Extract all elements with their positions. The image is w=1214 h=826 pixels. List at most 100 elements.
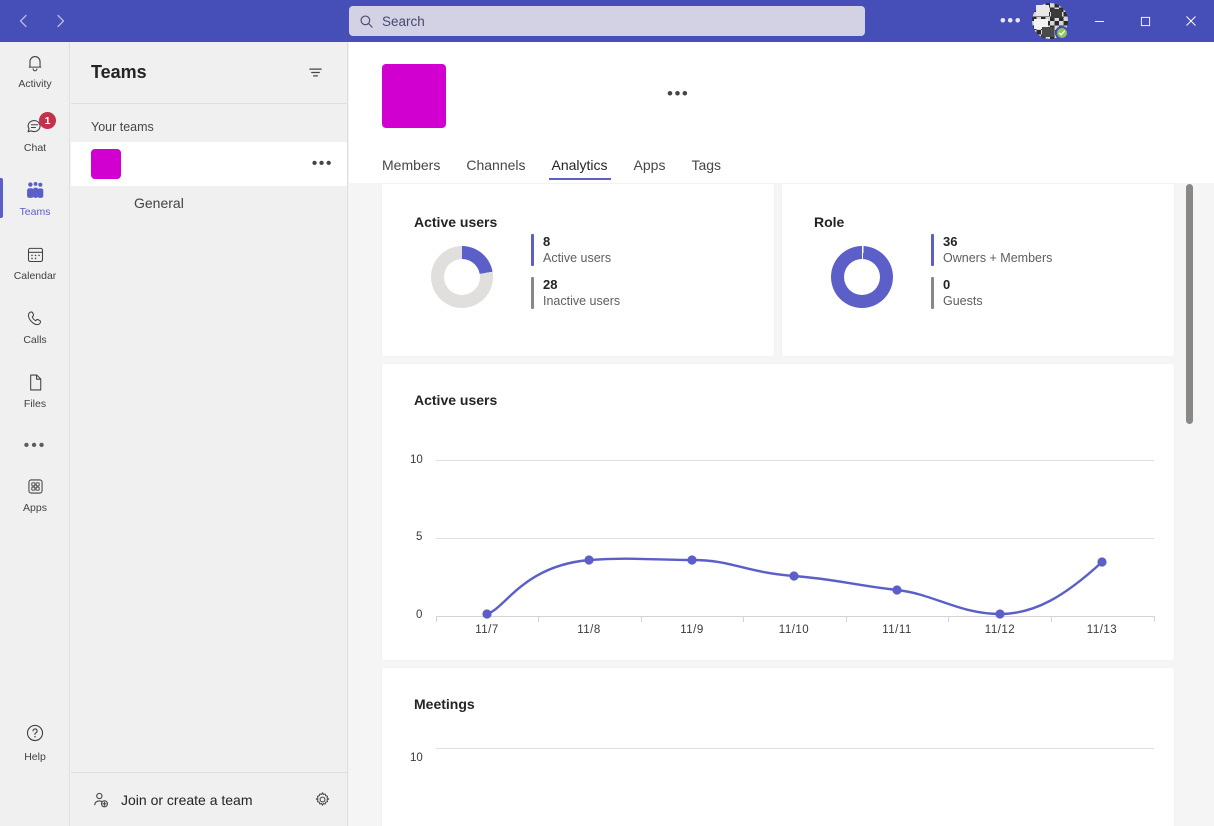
person-add-icon[interactable] (91, 790, 111, 810)
teams-icon (23, 179, 47, 203)
team-avatar (91, 149, 121, 179)
chevron-right-icon (51, 12, 69, 30)
active-users-donut-row: 8 Active users 28 Inactive users (414, 234, 774, 320)
legend-item: 28 Inactive users (531, 277, 620, 309)
team-header-name (492, 64, 657, 120)
role-legend: 36 Owners + Members 0 Guests (931, 234, 1052, 320)
team-header: ••• (349, 42, 1214, 128)
maximize-button[interactable] (1122, 0, 1168, 42)
sidebar-item-teams[interactable]: Teams (0, 170, 70, 226)
active-users-summary-card: Active users 8 Active users (382, 184, 774, 356)
presence-available-badge (1055, 26, 1069, 40)
x-tick-label: 11/7 (475, 624, 499, 636)
join-or-create-team-button[interactable]: Join or create a team (121, 792, 303, 808)
role-card-title: Role (814, 214, 1174, 230)
back-button[interactable] (8, 5, 40, 37)
data-point-marker (789, 571, 798, 580)
navigation-arrows (8, 5, 76, 37)
sidebar-item-apps[interactable]: Apps (0, 466, 70, 522)
teams-panel-header: Teams (71, 42, 347, 104)
x-tick (1154, 616, 1155, 622)
close-button[interactable] (1168, 0, 1214, 42)
data-point-marker (1097, 557, 1106, 566)
x-tick-label: 11/9 (680, 624, 704, 636)
calendar-icon (25, 243, 46, 267)
sidebar-item-activity[interactable]: Activity (0, 42, 70, 98)
page-title: Teams (91, 62, 147, 83)
filter-icon (306, 63, 325, 82)
sidebar-label-files: Files (24, 398, 46, 410)
tab-analytics[interactable]: Analytics (552, 157, 608, 180)
sidebar-item-calls[interactable]: Calls (0, 298, 70, 354)
minimize-icon (1094, 16, 1105, 27)
team-list-item[interactable]: ••• (71, 142, 347, 186)
minimize-button[interactable] (1076, 0, 1122, 42)
close-icon (1185, 15, 1197, 27)
x-tick-label: 11/10 (779, 624, 809, 636)
team-header-avatar (382, 64, 446, 128)
teams-panel-footer: Join or create a team (71, 772, 348, 826)
teams-list-panel: Teams Your teams ••• General (71, 42, 348, 826)
manage-teams-settings-button[interactable] (313, 790, 332, 809)
bell-icon (24, 51, 46, 75)
apps-icon (25, 475, 46, 499)
sidebar-item-calendar[interactable]: Calendar (0, 234, 70, 290)
legend-color-swatch (931, 277, 934, 309)
legend-item: 0 Guests (931, 277, 1052, 309)
meetings-chart-title: Meetings (414, 696, 1174, 712)
analytics-content: Active users 8 Active users (349, 183, 1214, 826)
sidebar-label-activity: Activity (18, 78, 51, 90)
settings-and-more-button[interactable]: ••• (994, 5, 1028, 37)
chevron-left-icon (15, 12, 33, 30)
forward-button[interactable] (44, 5, 76, 37)
search-icon (359, 14, 374, 29)
x-tick-label: 11/11 (882, 624, 912, 636)
legend-color-swatch (531, 234, 534, 266)
x-tick-label: 11/13 (1087, 624, 1117, 636)
titlebar-right-controls: ••• (994, 0, 1214, 42)
x-tick-label: 11/8 (577, 624, 601, 636)
y-tick-label: 10 (410, 752, 423, 764)
active-users-legend: 8 Active users 28 Inactive users (531, 234, 620, 320)
sidebar-item-chat[interactable]: 1 Chat (0, 106, 70, 162)
search-input[interactable]: Search (349, 6, 865, 36)
gridline-10 (436, 748, 1154, 749)
legend-value: 8 (543, 234, 611, 250)
tab-members[interactable]: Members (382, 157, 440, 180)
more-apps-button[interactable]: ••• (0, 426, 70, 466)
role-donut-row: 36 Owners + Members 0 Guests (814, 234, 1174, 320)
filter-button[interactable] (302, 59, 329, 86)
legend-color-swatch (931, 234, 934, 266)
data-point-marker (892, 585, 901, 594)
content-scrollbar-thumb[interactable] (1186, 184, 1193, 424)
x-tick-label: 11/12 (985, 624, 1015, 636)
sidebar-label-calls: Calls (23, 334, 46, 346)
active-users-series-path (414, 422, 1154, 622)
tab-apps[interactable]: Apps (634, 157, 666, 180)
sidebar-label-chat: Chat (24, 142, 46, 154)
legend-item: 8 Active users (531, 234, 620, 266)
your-teams-label: Your teams (71, 104, 347, 142)
title-bar: Search ••• (0, 0, 1214, 42)
sidebar-label-calendar: Calendar (14, 270, 57, 282)
sidebar-item-help[interactable]: Help (0, 717, 70, 767)
legend-label: Active users (543, 250, 611, 266)
data-point-marker (687, 555, 696, 564)
team-more-options-button[interactable]: ••• (312, 155, 333, 173)
role-donut-chart (831, 246, 893, 308)
tab-tags[interactable]: Tags (691, 157, 721, 180)
tab-channels[interactable]: Channels (466, 157, 525, 180)
help-icon (24, 722, 46, 749)
team-header-more-options-button[interactable]: ••• (667, 84, 689, 104)
team-tabs: Members Channels Analytics Apps Tags (349, 144, 1214, 180)
active-users-trend-card: Active users 10 5 0 (382, 364, 1174, 660)
channel-list-item-general[interactable]: General (71, 186, 347, 220)
legend-color-swatch (531, 277, 534, 309)
role-summary-card: Role 36 Owners + Members (782, 184, 1174, 356)
meetings-line-chart: 10 (414, 726, 1174, 816)
sidebar-label-apps: Apps (23, 502, 47, 514)
sidebar-label-teams: Teams (20, 206, 51, 218)
avatar[interactable] (1032, 3, 1068, 39)
sidebar-item-files[interactable]: Files (0, 362, 70, 418)
summary-cards-row: Active users 8 Active users (349, 183, 1214, 356)
